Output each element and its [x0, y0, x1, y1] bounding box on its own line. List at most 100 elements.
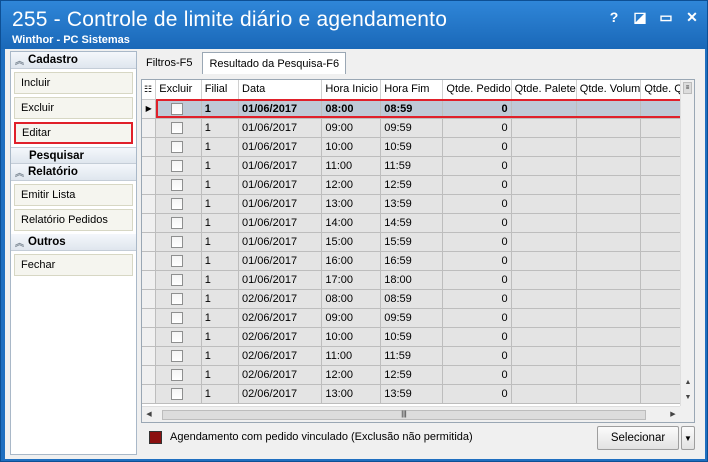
column-header[interactable]: Data: [238, 80, 323, 100]
scroll-thumb[interactable]: ≡: [683, 82, 692, 94]
excluir-checkbox[interactable]: [171, 102, 184, 115]
column-header[interactable]: Qtde. Pedido: [442, 80, 512, 100]
group-relatorio[interactable]: ︽ Relatório: [11, 164, 136, 181]
column-header[interactable]: Qtde. Volum: [576, 80, 642, 100]
scroll-thumb[interactable]: |||: [162, 410, 646, 420]
collapse-chevron-icon[interactable]: ︽: [15, 166, 25, 179]
table-row[interactable]: 1 01/06/2017 14:00 14:59 0: [142, 213, 694, 233]
row-indicator[interactable]: [142, 251, 157, 271]
column-header[interactable]: Excluir: [155, 80, 202, 100]
row-indicator[interactable]: [142, 232, 157, 252]
group-cadastro[interactable]: ︽ Cadastro: [11, 52, 136, 69]
fechar-button[interactable]: Fechar: [14, 254, 133, 276]
table-row[interactable]: 1 01/06/2017 09:00 09:59 0: [142, 118, 694, 138]
pesquisar-button[interactable]: Pesquisar: [11, 147, 136, 164]
excluir-checkbox[interactable]: [171, 330, 184, 343]
emitir-lista-button[interactable]: Emitir Lista: [14, 184, 133, 206]
excluir-checkbox[interactable]: [171, 273, 184, 286]
excluir-checkbox[interactable]: [171, 311, 184, 324]
table-row[interactable]: 1 01/06/2017 15:00 15:59 0: [142, 232, 694, 252]
row-indicator[interactable]: [142, 365, 157, 385]
table-row[interactable]: 1 02/06/2017 12:00 12:59 0: [142, 365, 694, 385]
close-icon[interactable]: ✕: [685, 9, 699, 25]
collapse-chevron-icon[interactable]: ︽: [15, 236, 25, 249]
row-indicator[interactable]: [142, 175, 157, 195]
excluir-checkbox[interactable]: [171, 387, 184, 400]
restore-icon[interactable]: ◪: [633, 9, 647, 25]
empty-cell: [576, 194, 642, 214]
hora-fim-cell: 10:59: [380, 137, 444, 157]
row-indicator[interactable]: [142, 270, 157, 290]
column-header[interactable]: Filial: [201, 80, 240, 100]
excluir-checkbox[interactable]: [171, 292, 184, 305]
filial-cell: 1: [201, 384, 240, 404]
hora-inicio-cell: 09:00: [321, 308, 382, 328]
row-indicator[interactable]: [142, 137, 157, 157]
excluir-checkbox[interactable]: [171, 235, 184, 248]
row-indicator[interactable]: [142, 289, 157, 309]
table-row[interactable]: 1 01/06/2017 13:00 13:59 0: [142, 194, 694, 214]
grid-header: ☷ Excluir Filial Data Hora Inicio Hora F…: [142, 80, 694, 100]
scroll-down-icon[interactable]: ▼: [681, 391, 694, 405]
column-header[interactable]: Hora Inicio: [321, 80, 382, 100]
table-row[interactable]: 1 01/06/2017 17:00 18:00 0: [142, 270, 694, 290]
table-row[interactable]: ▶ 1 01/06/2017 08:00 08:59 0: [142, 99, 694, 119]
scroll-right-icon[interactable]: ▶: [666, 407, 680, 422]
tab-resultado[interactable]: Resultado da Pesquisa-F6: [202, 52, 347, 74]
excluir-checkbox[interactable]: [171, 349, 184, 362]
table-row[interactable]: 1 02/06/2017 11:00 11:59 0: [142, 346, 694, 366]
excluir-checkbox[interactable]: [171, 140, 184, 153]
table-row[interactable]: 1 02/06/2017 13:00 13:59 0: [142, 384, 694, 404]
excluir-checkbox[interactable]: [171, 254, 184, 267]
filial-cell: 1: [201, 270, 240, 290]
row-indicator[interactable]: [142, 346, 157, 366]
row-indicator-icon[interactable]: ▶: [142, 99, 157, 119]
scroll-left-icon[interactable]: ◀: [142, 407, 156, 422]
tab-filtros[interactable]: Filtros-F5: [140, 52, 198, 74]
data-cell: 01/06/2017: [238, 213, 323, 233]
row-indicator[interactable]: [142, 327, 157, 347]
table-row[interactable]: 1 01/06/2017 11:00 11:59 0: [142, 156, 694, 176]
hora-inicio-cell: 09:00: [321, 118, 382, 138]
row-indicator[interactable]: [142, 118, 157, 138]
group-outros[interactable]: ︽ Outros: [11, 234, 136, 251]
column-header[interactable]: Qtde. Palete: [511, 80, 577, 100]
dropdown-arrow-icon[interactable]: ▼: [681, 426, 695, 450]
row-indicator[interactable]: [142, 384, 157, 404]
empty-cell: [511, 308, 577, 328]
excluir-checkbox[interactable]: [171, 159, 184, 172]
excluir-checkbox[interactable]: [171, 178, 184, 191]
row-indicator[interactable]: [142, 308, 157, 328]
collapse-chevron-icon[interactable]: ︽: [15, 54, 25, 67]
grid-options-icon[interactable]: ☷: [142, 80, 157, 100]
table-row[interactable]: 1 02/06/2017 08:00 08:59 0: [142, 289, 694, 309]
empty-cell: [576, 99, 642, 119]
scroll-up-icon[interactable]: ▲: [681, 376, 694, 390]
row-indicator[interactable]: [142, 194, 157, 214]
excluir-checkbox[interactable]: [171, 197, 184, 210]
table-row[interactable]: 1 01/06/2017 16:00 16:59 0: [142, 251, 694, 271]
horizontal-scrollbar[interactable]: ◀ ||| ▶: [142, 406, 682, 422]
excluir-checkbox[interactable]: [171, 216, 184, 229]
row-indicator[interactable]: [142, 213, 157, 233]
selecionar-button[interactable]: Selecionar: [597, 426, 679, 450]
hora-fim-cell: 08:59: [380, 99, 444, 119]
maximize-icon[interactable]: ▭: [659, 9, 673, 25]
excluir-checkbox[interactable]: [171, 368, 184, 381]
table-row[interactable]: 1 01/06/2017 10:00 10:59 0: [142, 137, 694, 157]
excluir-checkbox[interactable]: [171, 121, 184, 134]
row-indicator[interactable]: [142, 156, 157, 176]
table-row[interactable]: 1 02/06/2017 09:00 09:59 0: [142, 308, 694, 328]
column-header[interactable]: Hora Fim: [380, 80, 444, 100]
vertical-scrollbar[interactable]: ≡ ▲ ▼: [680, 80, 694, 406]
hora-fim-cell: 16:59: [380, 251, 444, 271]
help-icon[interactable]: ?: [607, 9, 621, 25]
editar-button[interactable]: Editar: [14, 122, 133, 144]
excluir-cell: [155, 194, 202, 214]
excluir-button[interactable]: Excluir: [14, 97, 133, 119]
table-row[interactable]: 1 02/06/2017 10:00 10:59 0: [142, 327, 694, 347]
incluir-button[interactable]: Incluir: [14, 72, 133, 94]
hora-inicio-cell: 11:00: [321, 156, 382, 176]
relatorio-pedidos-button[interactable]: Relatório Pedidos: [14, 209, 133, 231]
table-row[interactable]: 1 01/06/2017 12:00 12:59 0: [142, 175, 694, 195]
